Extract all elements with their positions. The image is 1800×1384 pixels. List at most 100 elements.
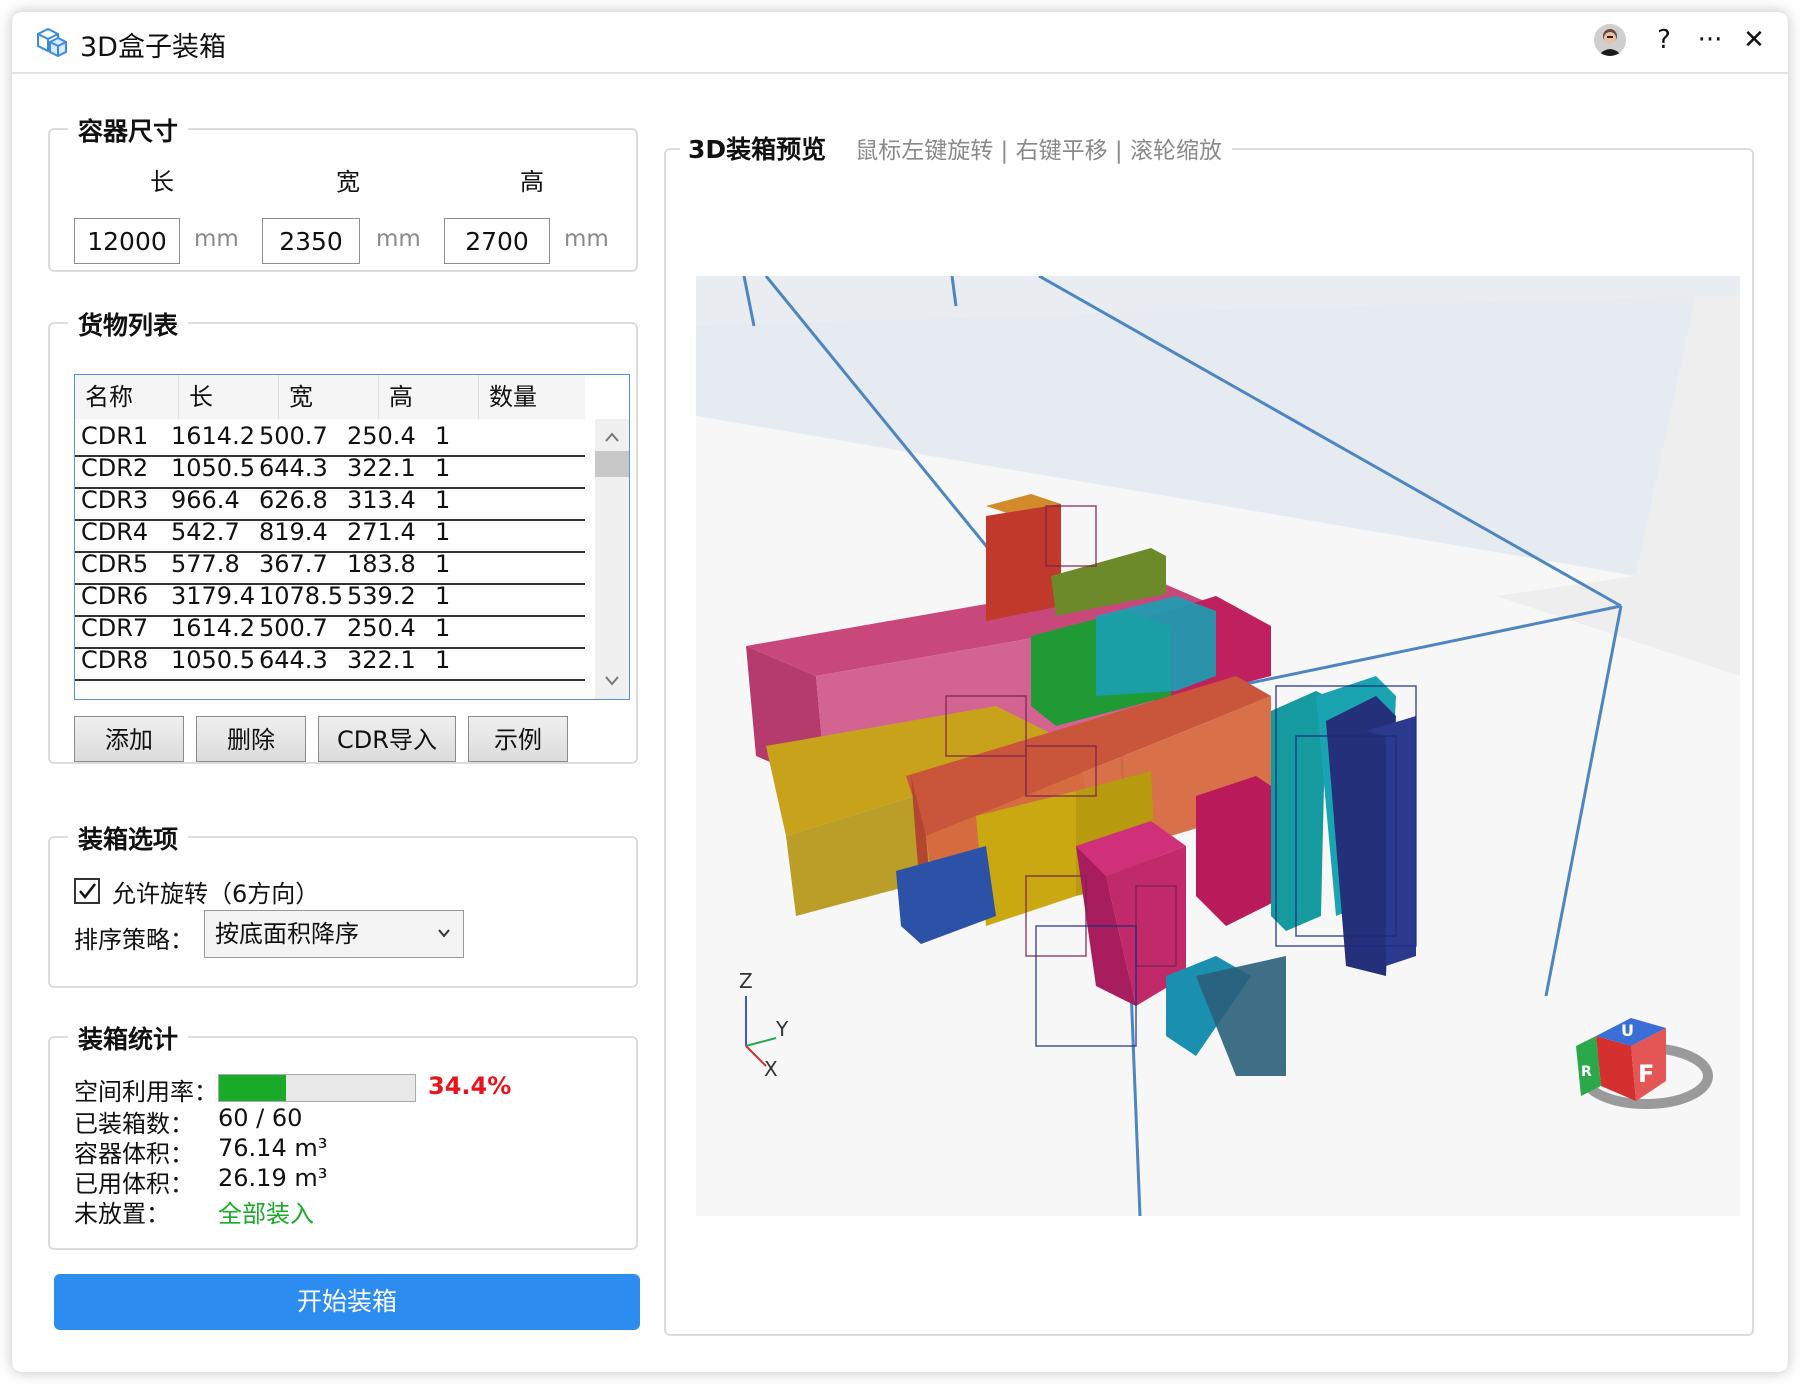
table-cell: 1 [435, 518, 451, 546]
chevron-down-icon [438, 929, 450, 938]
table-cell: CDR2 [81, 454, 149, 482]
allow-rotation-checkbox[interactable] [74, 878, 100, 904]
box-red-top [986, 504, 1061, 621]
table-cell: CDR6 [81, 582, 149, 610]
user-avatar-icon [1594, 24, 1626, 56]
packing-options-title: 装箱选项 [68, 820, 189, 856]
preview-title: 3D装箱预览 [688, 135, 827, 164]
preview-hint: 鼠标左键旋转 | 右键平移 | 滚轮缩放 [855, 138, 1222, 164]
table-cell: 367.7 [259, 550, 328, 578]
container-size-title: 容器尺寸 [68, 112, 189, 148]
height-label: 高 [520, 168, 544, 196]
cube-logo-icon [37, 27, 67, 58]
height-unit: mm [564, 226, 609, 252]
sort-strategy-label: 排序策略： [74, 926, 194, 954]
utilization-progress-fill [219, 1075, 287, 1101]
axis-x-label: X [764, 1057, 778, 1081]
col-height[interactable]: 高 [379, 375, 479, 419]
table-cell: 1614.2 [171, 614, 255, 642]
sort-strategy-select[interactable]: 按底面积降序 [204, 910, 464, 958]
cube-front-label: F [1638, 1060, 1654, 1088]
cargo-table-header: 名称 长 宽 高 数量 [75, 375, 585, 419]
app-window: 3D盒子装箱 ? ··· ✕ 容器尺寸 长 宽 高 12000 mm 2350 … [12, 12, 1788, 1372]
table-cell: 1 [435, 614, 451, 642]
cube-top-label: U [1621, 1021, 1634, 1040]
allow-rotation-label[interactable]: 允许旋转（6方向） [112, 874, 319, 909]
start-packing-button[interactable]: 开始装箱 [54, 1274, 640, 1330]
table-cell: 183.8 [347, 550, 416, 578]
table-cell: 3179.4 [171, 582, 255, 610]
packed-count-value: 60 / 60 [218, 1104, 303, 1132]
scroll-up-icon [605, 432, 619, 442]
table-cell: 819.4 [259, 518, 328, 546]
table-cell: 644.3 [259, 454, 328, 482]
used-volume-value: 26.19 m³ [218, 1164, 328, 1192]
table-cell: 577.8 [171, 550, 240, 578]
table-cell: CDR5 [81, 550, 149, 578]
user-avatar[interactable] [1594, 24, 1626, 56]
table-cell: CDR7 [81, 614, 149, 642]
title-bar: 3D盒子装箱 ? ··· ✕ [12, 12, 1788, 74]
table-cell: 1 [435, 454, 451, 482]
packing-stats-title: 装箱统计 [68, 1020, 189, 1056]
cargo-list-title: 货物列表 [68, 306, 189, 342]
table-cell: 250.4 [347, 614, 416, 642]
scrollbar-track [595, 432, 629, 686]
axis-y-label: Y [775, 1017, 789, 1041]
table-cell: 1 [435, 646, 451, 674]
table-cell: 966.4 [171, 486, 240, 514]
cdr-import-button[interactable]: CDR导入 [318, 716, 456, 762]
more-button[interactable]: ··· [1692, 22, 1728, 58]
utilization-progress-bar [218, 1074, 416, 1102]
checkmark-icon [79, 883, 96, 899]
table-cell: 542.7 [171, 518, 240, 546]
table-cell: 500.7 [259, 422, 328, 450]
cube-side-label: R [1581, 1064, 1592, 1080]
delete-button[interactable]: 删除 [196, 716, 306, 762]
3d-viewport[interactable]: Z Y X U F R [696, 276, 1740, 1216]
table-cell: 626.8 [259, 486, 328, 514]
table-cell: 539.2 [347, 582, 416, 610]
table-cell: CDR3 [81, 486, 149, 514]
table-cell: 1614.2 [171, 422, 255, 450]
table-cell: 322.1 [347, 454, 416, 482]
axis-z-label: Z [739, 969, 753, 993]
col-qty[interactable]: 数量 [479, 375, 585, 419]
height-input[interactable]: 2700 [444, 218, 550, 264]
scroll-thumb [595, 451, 629, 477]
table-scrollbar[interactable] [595, 419, 629, 699]
cargo-table[interactable]: 名称 长 宽 高 数量 CDR1 1614.2 500.7 250.4 1 CDR2 105… [74, 374, 630, 700]
width-unit: mm [376, 226, 421, 252]
width-label: 宽 [336, 168, 360, 196]
table-cell: 1 [435, 486, 451, 514]
length-unit: mm [194, 226, 239, 252]
col-length[interactable]: 长 [179, 375, 279, 419]
sort-strategy-value: 按底面积降序 [215, 920, 359, 948]
table-cell: 644.3 [259, 646, 328, 674]
help-button[interactable]: ? [1646, 22, 1682, 58]
utilization-label: 空间利用率： [74, 1078, 218, 1106]
table-cell: 1 [435, 582, 451, 610]
example-button[interactable]: 示例 [468, 716, 568, 762]
table-cell: 250.4 [347, 422, 416, 450]
add-button[interactable]: 添加 [74, 716, 184, 762]
container-volume-value: 76.14 m³ [218, 1134, 328, 1162]
table-cell: 1 [435, 422, 451, 450]
length-input[interactable]: 12000 [74, 218, 180, 264]
table-cell: CDR1 [81, 422, 149, 450]
table-cell: 1 [435, 550, 451, 578]
width-input[interactable]: 2350 [262, 218, 360, 264]
table-cell: CDR8 [81, 646, 149, 674]
table-row[interactable]: CDR8 1050.5 644.3 322.1 1 [75, 643, 585, 681]
table-cell: 1078.5 [259, 582, 343, 610]
table-cell: 313.4 [347, 486, 416, 514]
utilization-value: 34.4% [428, 1072, 512, 1100]
col-name[interactable]: 名称 [75, 375, 179, 419]
table-cell: 500.7 [259, 614, 328, 642]
app-title: 3D盒子装箱 [80, 32, 226, 63]
col-width[interactable]: 宽 [279, 375, 379, 419]
unplaced-label: 未放置： [74, 1200, 170, 1228]
close-button[interactable]: ✕ [1736, 22, 1772, 58]
box-teal-column-1 [1271, 691, 1326, 931]
table-cell: 322.1 [347, 646, 416, 674]
